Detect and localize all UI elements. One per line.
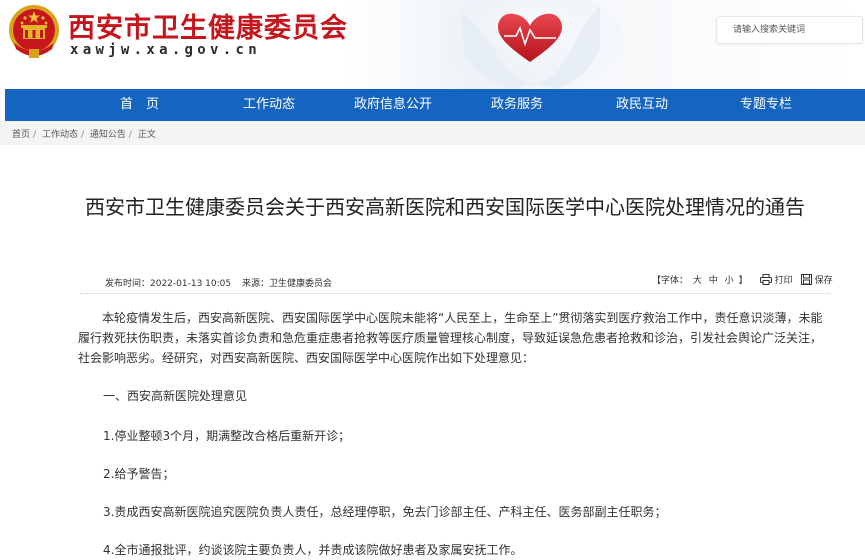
article-paragraph-item-2: 2.给予警告； — [103, 467, 175, 481]
search-input[interactable] — [717, 17, 862, 43]
printer-icon — [759, 274, 772, 285]
nav-item-home[interactable]: 首 页 — [120, 89, 159, 121]
nav-item-gov-info-disclosure[interactable]: 政府信息公开 — [354, 89, 432, 121]
article-section-heading: 一、西安高新医院处理意见 — [103, 389, 248, 403]
site-header: 西安市卫生健康委员会 xawjw.xa.gov.cn — [0, 0, 865, 89]
heart-hands-banner-icon — [440, 0, 625, 89]
save-icon — [800, 274, 812, 285]
nav-item-work-news[interactable]: 工作动态 — [243, 89, 295, 121]
save-button[interactable]: 保存 — [800, 273, 833, 286]
publish-time: 发布时间：2022-01-13 10:05 — [105, 279, 232, 289]
article-paragraph-intro: 本轮疫情发生后，西安高新医院、西安国际医学中心医院未能将“人民至上，生命至上”贯… — [78, 311, 823, 365]
national-emblem-icon[interactable] — [6, 3, 62, 61]
font-size-control: 【字体： 大 中 小 】 — [652, 276, 748, 286]
main-nav: 首 页 工作动态 政府信息公开 政务服务 政民互动 专题专栏 — [5, 89, 865, 121]
article-source: 来源：卫生健康委员会 — [241, 279, 332, 289]
breadcrumb: 首页 / 工作动态 / 通知公告 / 正文 — [12, 130, 156, 140]
site-title[interactable]: 西安市卫生健康委员会 — [68, 6, 348, 45]
site-domain: xawjw.xa.gov.cn — [70, 42, 261, 58]
font-size-large[interactable]: 大 — [693, 276, 702, 286]
article-tools: 【字体： 大 中 小 】 打印 保存 — [652, 273, 841, 286]
font-size-small[interactable]: 小 — [725, 276, 734, 286]
article-title: 西安市卫生健康委员会关于西安高新医院和西安国际医学中心医院处理情况的通告 — [85, 195, 805, 219]
font-size-medium[interactable]: 中 — [709, 276, 718, 286]
nav-item-gov-services[interactable]: 政务服务 — [491, 89, 543, 121]
search-box[interactable] — [716, 16, 863, 44]
breadcrumb-home[interactable]: 首页 — [12, 130, 30, 140]
article: 西安市卫生健康委员会关于西安高新医院和西安国际医学中心医院处理情况的通告 发布时… — [0, 145, 865, 560]
breadcrumb-current: 正文 — [137, 130, 156, 140]
article-paragraph-item-4: 4.全市通报批评，约谈该院主要负责人，并责成该院做好患者及家属安抚工作。 — [103, 543, 523, 557]
print-button[interactable]: 打印 — [759, 273, 793, 286]
article-meta: 发布时间：2022-01-13 10:05 来源：卫生健康委员会 — [105, 276, 340, 289]
breadcrumb-notices[interactable]: 通知公告 — [90, 130, 126, 140]
article-paragraph-item-1: 1.停业整顿3个月，期满整改合格后重新开诊； — [103, 429, 351, 443]
nav-item-special-topics[interactable]: 专题专栏 — [740, 89, 792, 121]
article-paragraph-item-3: 3.责成西安高新医院追究医院负责人责任，总经理停职，免去门诊部主任、产科主任、医… — [103, 505, 667, 519]
nav-item-interaction[interactable]: 政民互动 — [616, 89, 668, 121]
meta-divider — [80, 293, 830, 294]
breadcrumb-work-news[interactable]: 工作动态 — [42, 130, 78, 140]
